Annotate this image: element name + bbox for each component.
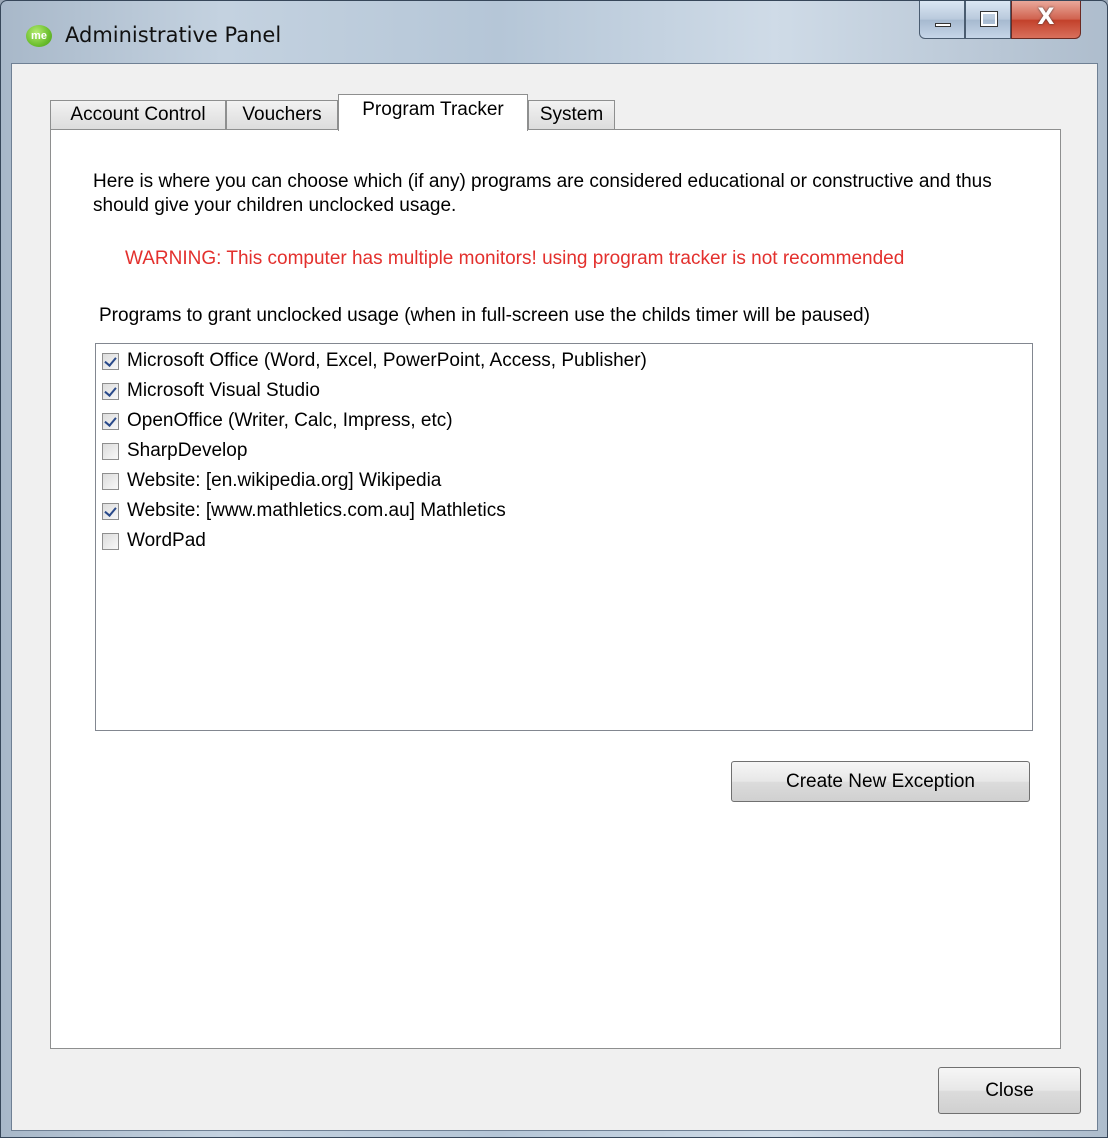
program-tracker-panel: Here is where you can choose which (if a… [50,129,1061,1049]
list-item-label: Website: [www.mathletics.com.au] Mathlet… [127,500,506,521]
tab-vouchers[interactable]: Vouchers [226,100,338,130]
minimize-icon [935,23,951,27]
list-item-label: Microsoft Visual Studio [127,380,320,401]
checkbox[interactable] [102,502,119,520]
programs-list-label: Programs to grant unclocked usage (when … [99,305,870,326]
window-client-area: Account Control Vouchers Program Tracker… [11,63,1098,1131]
tab-program-tracker[interactable]: Program Tracker [338,94,528,131]
window-title: Administrative Panel [65,23,282,47]
checkbox[interactable] [102,352,119,370]
list-item[interactable]: OpenOffice (Writer, Calc, Impress, etc) [102,406,453,436]
minimize-button[interactable] [919,1,965,39]
list-item-label: WordPad [127,530,206,551]
checkbox[interactable] [102,442,119,460]
app-logo-icon: me [26,25,52,47]
list-item[interactable]: Website: [en.wikipedia.org] Wikipedia [102,466,441,496]
programs-checked-list[interactable]: Microsoft Office (Word, Excel, PowerPoin… [95,343,1033,731]
multi-monitor-warning: WARNING: This computer has multiple moni… [125,248,905,269]
create-new-exception-button[interactable]: Create New Exception [731,761,1030,802]
list-item[interactable]: Website: [www.mathletics.com.au] Mathlet… [102,496,506,526]
maximize-button[interactable] [965,1,1011,39]
list-item[interactable]: Microsoft Visual Studio [102,376,320,406]
checkbox[interactable] [102,382,119,400]
list-item-label: Website: [en.wikipedia.org] Wikipedia [127,470,442,491]
list-item[interactable]: SharpDevelop [102,436,247,466]
app-logo-text: me [31,30,47,42]
close-window-button[interactable]: X [1011,1,1081,39]
close-button[interactable]: Close [938,1067,1081,1114]
list-item-label: SharpDevelop [127,440,248,461]
list-item[interactable]: WordPad [102,526,206,556]
checkbox[interactable] [102,472,119,490]
list-item-label: OpenOffice (Writer, Calc, Impress, etc) [127,410,453,431]
title-bar[interactable]: me Administrative Panel X [1,1,1107,65]
admin-window: me Administrative Panel X Account Contro… [0,0,1108,1138]
description-text: Here is where you can choose which (if a… [93,171,992,216]
caption-buttons: X [919,1,1081,41]
tab-system[interactable]: System [528,100,615,130]
list-item[interactable]: Microsoft Office (Word, Excel, PowerPoin… [102,346,647,376]
checkbox[interactable] [102,532,119,550]
checkbox[interactable] [102,412,119,430]
close-icon: X [1037,5,1055,30]
list-item-label: Microsoft Office (Word, Excel, PowerPoin… [127,350,647,371]
tab-account-control[interactable]: Account Control [50,100,226,130]
maximize-icon [980,11,998,27]
